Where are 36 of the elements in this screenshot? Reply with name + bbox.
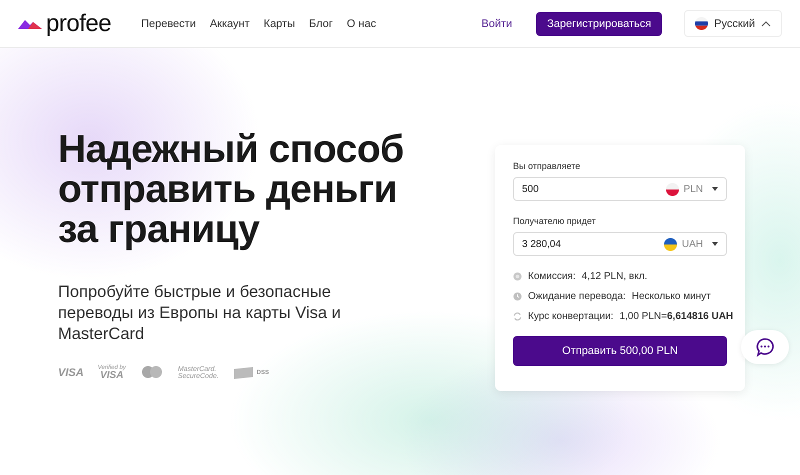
- hero-heading: Надежный способ отправить деньги за границу: [58, 130, 405, 250]
- coin-icon: [513, 272, 522, 281]
- flag-icon: [664, 238, 677, 250]
- amount-field[interactable]: 500 PLN: [513, 177, 727, 201]
- chat-icon: [755, 337, 775, 357]
- info-value: 1,00 PLN=6,614816 UAH: [619, 311, 734, 322]
- currency-select[interactable]: UAH: [664, 238, 718, 250]
- info-label: Курс конвертации:: [528, 311, 614, 322]
- currency-select[interactable]: PLN: [666, 182, 718, 196]
- field-label: Получателю придет: [513, 216, 597, 226]
- language-select[interactable]: Русский: [684, 10, 782, 37]
- info-label: Ожидание перевода:: [528, 291, 626, 302]
- nav-link[interactable]: О нас: [346, 18, 376, 30]
- nav-link[interactable]: Аккаунт: [210, 18, 250, 30]
- info-value: 4,12 PLN, вкл.: [582, 271, 648, 282]
- amount-field[interactable]: 3 280,04 UAH: [513, 232, 727, 256]
- exchange-icon: [513, 312, 522, 321]
- logo-text: profee: [46, 10, 112, 38]
- info-label: Комиссия:: [528, 271, 576, 282]
- flag-icon: [666, 182, 679, 196]
- flag-icon: [695, 17, 708, 30]
- nav-link[interactable]: Карты: [264, 18, 296, 30]
- field-label: Вы отправляете: [513, 161, 582, 171]
- signup-button[interactable]: Зарегистрироваться: [536, 12, 662, 36]
- caret-icon: [712, 242, 718, 246]
- login-link[interactable]: Войти: [481, 18, 512, 30]
- send-button[interactable]: Отправить 500,00 PLN: [513, 336, 727, 366]
- caret-icon: [712, 187, 718, 191]
- mastercard-logo: [140, 365, 164, 381]
- clock-icon: [513, 292, 522, 301]
- visa-logo: VISA: [58, 368, 84, 378]
- chat-button[interactable]: [741, 330, 789, 364]
- nav-link[interactable]: Перевести: [141, 18, 196, 30]
- nav-link[interactable]: Блог: [309, 18, 333, 30]
- info-value: Несколько минут: [632, 291, 711, 302]
- hero-subtitle: Попробуйте быстрые и безопасные переводы из Европы на карты Visa и MasterCard: [58, 282, 342, 345]
